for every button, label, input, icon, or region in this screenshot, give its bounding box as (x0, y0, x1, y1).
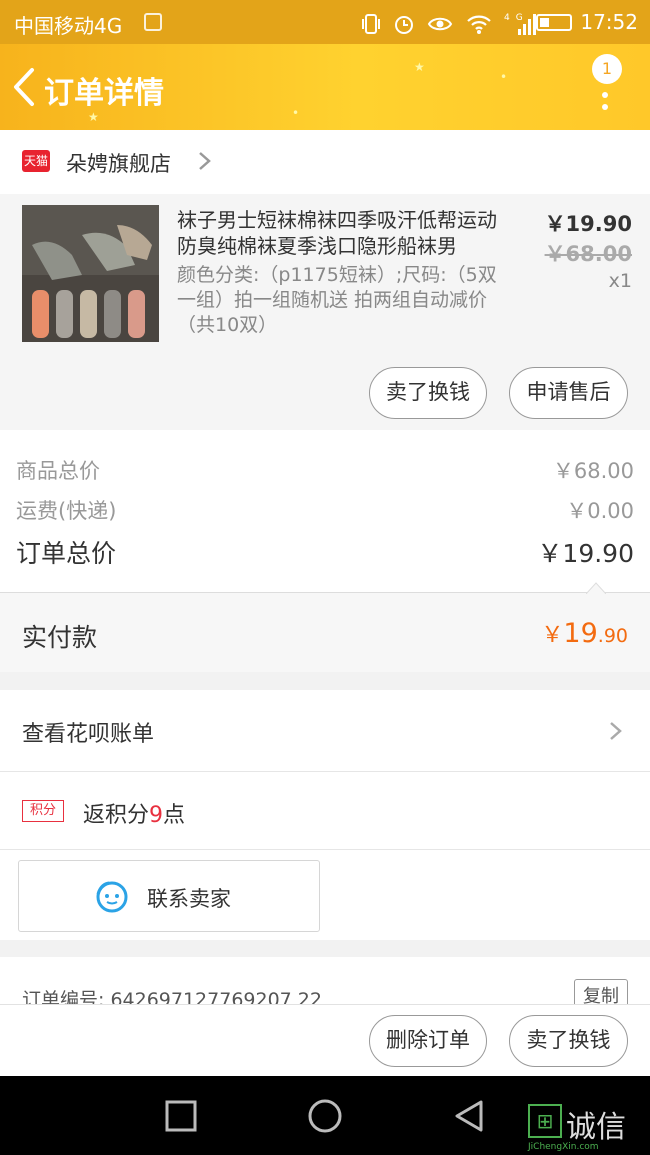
status-bar: 中国移动4G 4G 17:52 (0, 0, 650, 44)
goods-total-label: 商品总价 (16, 459, 100, 483)
points-suffix: 点 (163, 803, 186, 828)
delete-order-button[interactable]: 删除订单 (369, 1015, 487, 1067)
clock: 17:52 (580, 10, 638, 34)
huabei-bill-row[interactable]: 查看花呗账单 (0, 690, 650, 772)
goods-total-value: ￥68.00 (552, 459, 634, 483)
notification-icon (144, 13, 162, 31)
back-arrow-icon[interactable] (8, 64, 42, 110)
more-dot-icon (602, 104, 608, 110)
decor-star: ★ (414, 60, 425, 74)
bottom-action-bar: 删除订单 卖了换钱 (0, 1004, 650, 1076)
paid-currency: ￥ (541, 623, 564, 648)
watermark-logo-icon: ⊞ (528, 1104, 562, 1138)
after-sales-button[interactable]: 申请售后 (509, 367, 628, 419)
contact-section: 联系卖家 (0, 850, 650, 940)
shop-name[interactable]: 朵娉旗舰店 (66, 148, 171, 178)
vibrate-icon (361, 13, 380, 34)
page-title: 订单详情 (44, 76, 164, 111)
watermark-text: 诚信 (566, 1110, 626, 1145)
status-icons: 4G (361, 10, 538, 37)
product-spec: 颜色分类:（p1175短袜）;尺码:（5双一组）拍一组随机送 拍两组自动减价（共… (177, 264, 497, 336)
chat-bubble-icon (96, 881, 128, 913)
resell-bottom-button[interactable]: 卖了换钱 (509, 1015, 628, 1067)
points-prefix: 返积分 (83, 803, 150, 828)
price-summary: 商品总价 ￥68.00 运费(快递) ￥0.00 订单总价 ￥19.90 (0, 430, 650, 592)
watermark: ⊞ 诚信 JiChengXin.com (528, 1104, 644, 1154)
huabei-bill-label[interactable]: 查看花呗账单 (22, 716, 154, 748)
home-icon[interactable] (307, 1098, 343, 1134)
paid-amount-int: 19 (563, 618, 598, 649)
chevron-right-icon (199, 152, 211, 170)
caret-up-icon (586, 582, 606, 594)
watermark-sub: JiChengXin.com (528, 1142, 599, 1152)
paid-label: 实付款 (22, 623, 98, 652)
order-total-value: ￥19.90 (537, 539, 634, 568)
product-price: ￥19.90 (544, 212, 632, 236)
eye-icon (428, 17, 453, 30)
network-type-label: 4G (504, 13, 529, 23)
app-header: ★ ★ • • 订单详情 1 (0, 44, 650, 130)
contact-seller-label[interactable]: 联系卖家 (147, 883, 231, 913)
shop-row[interactable]: 天猫 朵娉旗舰店 (0, 130, 650, 194)
system-nav-bar: ⊞ 诚信 JiChengXin.com (0, 1076, 650, 1155)
order-total-label: 订单总价 (16, 539, 117, 568)
message-count-badge: 1 (592, 54, 622, 84)
paid-amount-row: 实付款 ￥19.90 (0, 582, 650, 672)
tmall-logo: 天猫 (22, 150, 50, 172)
points-count: 9 (149, 803, 164, 828)
points-tag: 积分 (22, 800, 64, 822)
battery-icon (536, 14, 572, 31)
chevron-right-icon (610, 722, 622, 740)
wifi-icon (466, 15, 491, 34)
carrier-label: 中国移动4G (14, 14, 123, 38)
product-quantity: x1 (608, 270, 632, 292)
decor-star: ★ (88, 110, 99, 124)
paid-amount-dec: .90 (597, 625, 628, 647)
more-dot-icon (602, 92, 608, 98)
product-item[interactable]: 袜子男士短袜棉袜四季吸汗低帮运动防臭纯棉袜夏季浅口隐形船袜男 颜色分类:（p11… (0, 194, 650, 430)
original-price: ￥68.00 (544, 242, 632, 266)
cell-signal-icon: 4G (504, 13, 536, 35)
more-menu-button[interactable]: 1 (590, 54, 630, 114)
points-row: 积分 返积分9点 (0, 772, 650, 850)
shipping-value: ￥0.00 (566, 499, 634, 523)
resell-button[interactable]: 卖了换钱 (369, 367, 487, 419)
points-text: 返积分9点 (83, 797, 185, 829)
shipping-label: 运费(快递) (16, 499, 117, 523)
back-icon[interactable] (451, 1098, 487, 1134)
recent-apps-icon[interactable] (163, 1098, 199, 1134)
product-title[interactable]: 袜子男士短袜棉袜四季吸汗低帮运动防臭纯棉袜夏季浅口隐形船袜男 (177, 207, 512, 259)
paid-value: ￥19.90 (541, 617, 628, 649)
product-image[interactable] (22, 205, 159, 342)
decor-star: • (292, 106, 300, 120)
alarm-icon (394, 15, 413, 34)
decor-star: • (500, 70, 508, 84)
contact-seller-button[interactable]: 联系卖家 (18, 860, 320, 932)
